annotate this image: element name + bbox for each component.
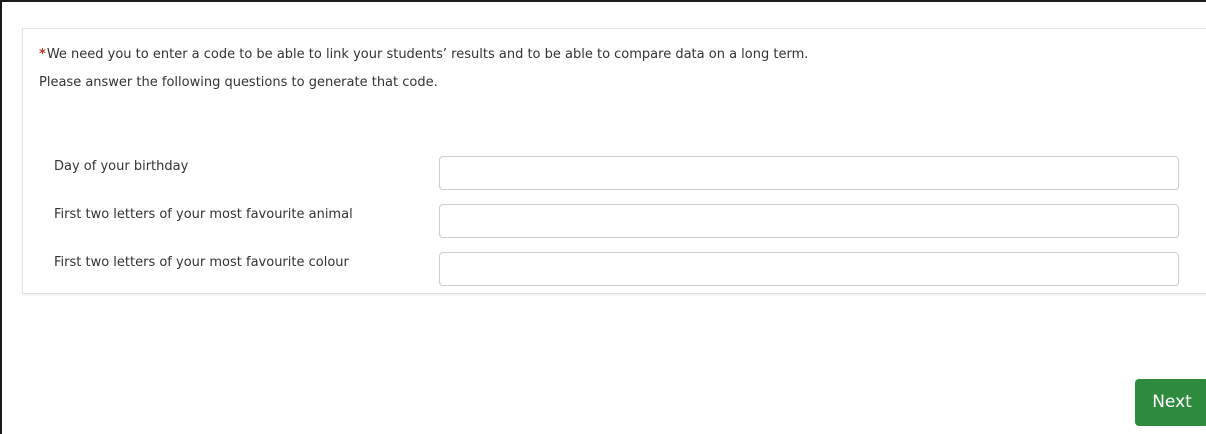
favourite-animal-label: First two letters of your most favourite… bbox=[54, 207, 353, 222]
required-asterisk-icon: * bbox=[39, 47, 46, 62]
page-frame: *We need you to enter a code to be able … bbox=[0, 0, 1206, 434]
favourite-animal-input[interactable] bbox=[439, 204, 1179, 238]
intro-line-2: Please answer the following questions to… bbox=[39, 75, 438, 90]
birthday-day-label: Day of your birthday bbox=[54, 159, 189, 174]
field-row-favourite-animal: First two letters of your most favourite… bbox=[23, 204, 1206, 238]
field-row-birthday-day: Day of your birthday bbox=[23, 156, 1206, 190]
favourite-colour-input[interactable] bbox=[439, 252, 1179, 286]
code-question-panel: *We need you to enter a code to be able … bbox=[22, 28, 1206, 294]
favourite-colour-label: First two letters of your most favourite… bbox=[54, 255, 349, 270]
intro-text: *We need you to enter a code to be able … bbox=[39, 46, 808, 64]
field-row-favourite-colour: First two letters of your most favourite… bbox=[23, 252, 1206, 286]
next-button[interactable]: Next bbox=[1135, 379, 1206, 426]
intro-line-1: We need you to enter a code to be able t… bbox=[46, 47, 809, 62]
birthday-day-input[interactable] bbox=[439, 156, 1179, 190]
